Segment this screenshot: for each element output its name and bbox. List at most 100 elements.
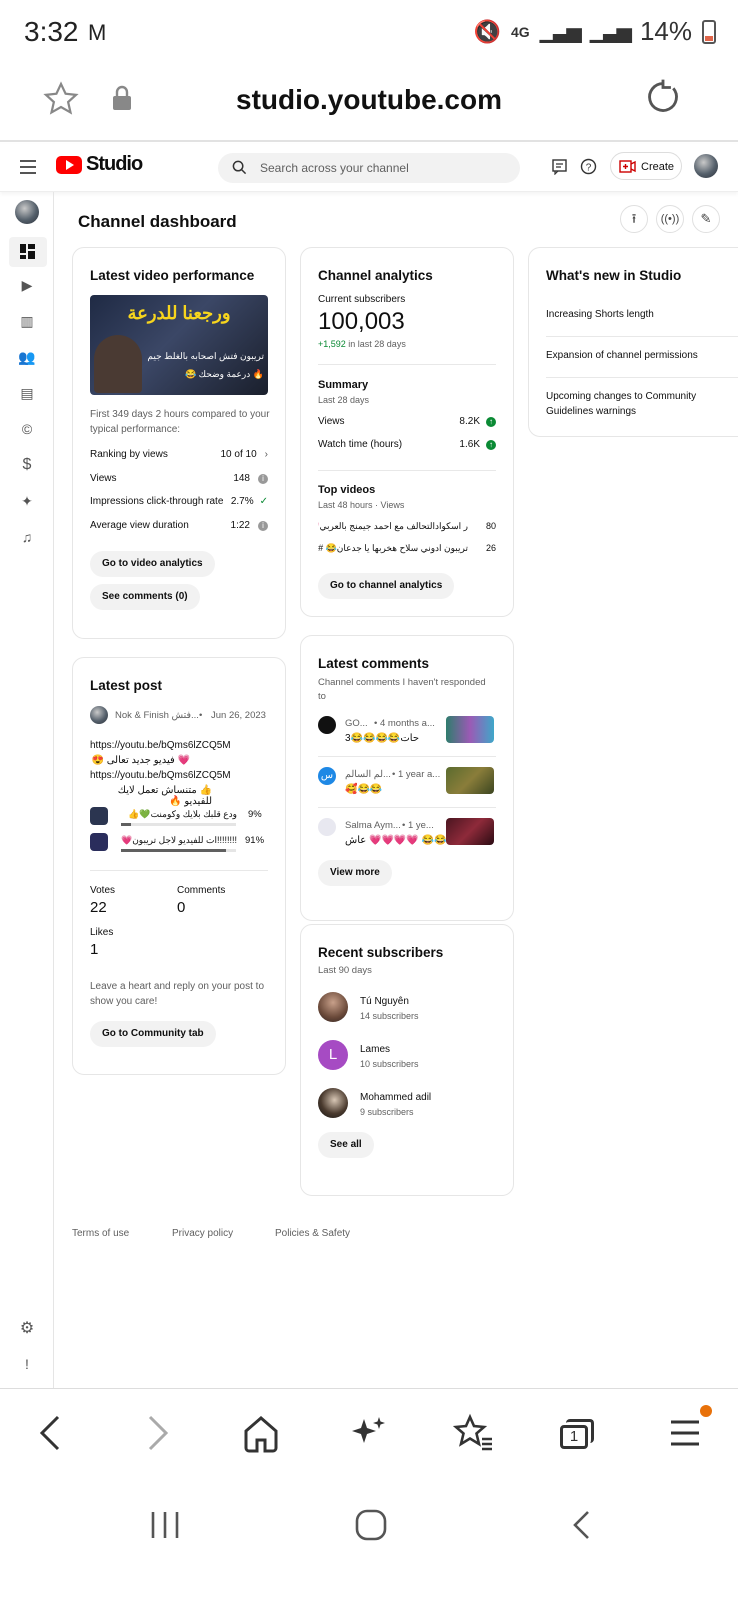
stat-value: 10 of 10: [220, 449, 257, 460]
content-icon[interactable]: ▶: [18, 276, 36, 294]
youtube-logo-icon[interactable]: [56, 156, 82, 174]
subscriber-avatar: [318, 1088, 348, 1118]
video-analytics-button[interactable]: Go to video analytics: [90, 551, 215, 577]
top-video-views: 26: [485, 543, 496, 553]
top-videos-period: Last 48 hours · Views: [318, 500, 405, 510]
news-item[interactable]: Upcoming changes to Community: [546, 391, 696, 402]
comment-item[interactable]: GO... • 4 months a... حات😂😂😂😂3: [318, 716, 498, 760]
subscriber-name: Tú Nguyên: [360, 996, 409, 1007]
home-button-icon[interactable]: [354, 1508, 388, 1542]
account-avatar[interactable]: [694, 154, 718, 178]
community-icon[interactable]: 👥: [18, 348, 36, 366]
card-title: Latest post: [90, 678, 163, 693]
top-videos-title: Top videos: [318, 484, 376, 496]
stat-row: Views 148 i: [90, 473, 268, 484]
stat-value: 1:22: [230, 520, 250, 531]
mute-icon: 🔇: [473, 18, 501, 44]
top-video-row[interactable]: تريبون ادوني سلاح هخربها يا جدعان😂 #p...…: [318, 543, 496, 554]
subscriber-item[interactable]: Mohammed adil 9 subscribers: [318, 1088, 498, 1120]
terms-link[interactable]: Terms of use: [72, 1228, 129, 1239]
earn-icon[interactable]: $: [18, 456, 36, 474]
back-icon[interactable]: [36, 1413, 64, 1453]
feedback-messages-icon[interactable]: [552, 159, 567, 175]
search-input[interactable]: Search across your channel: [218, 153, 520, 183]
subscriber-item[interactable]: Tú Nguyên 14 subscribers: [318, 992, 498, 1024]
help-icon[interactable]: ?: [580, 158, 597, 175]
subscribers-label: Current subscribers: [318, 294, 406, 305]
subtitles-icon[interactable]: ▤: [18, 384, 36, 402]
ai-sparkle-icon[interactable]: [348, 1413, 388, 1453]
commenter-avatar: [318, 716, 336, 734]
subscriber-count: 14 subscribers: [360, 1011, 419, 1021]
settings-icon[interactable]: ⚙: [18, 1320, 36, 1338]
send-feedback-icon[interactable]: !: [18, 1355, 36, 1373]
left-nav: ▶ ▥ 👥 ▤ © $ ✦ ♫ ⚙ !: [0, 192, 54, 1412]
summary-label: Watch time (hours): [318, 439, 403, 450]
copyright-icon[interactable]: ©: [18, 420, 36, 438]
menu-icon[interactable]: [668, 1417, 702, 1449]
create-post-icon[interactable]: ✎: [692, 205, 720, 233]
summary-row: Views 8.2K ↑: [318, 416, 496, 427]
poll-option-text: ودع قلبك بلايك وكومنت💚👍: [128, 809, 237, 819]
stat-row[interactable]: Ranking by views 10 of 10 ›: [90, 449, 268, 460]
search-placeholder: Search across your channel: [260, 161, 409, 175]
subscriber-item[interactable]: L Lames 10 subscribers: [318, 1040, 498, 1072]
upload-icon[interactable]: ⭱: [620, 205, 648, 233]
arrow-up-icon: ↑: [486, 417, 496, 427]
comments-subtitle: Channel comments I haven't responded: [318, 677, 486, 688]
reload-icon[interactable]: [644, 78, 682, 116]
recent-apps-icon[interactable]: [150, 1510, 180, 1540]
divider: [318, 807, 496, 808]
post-footer-text: Leave a heart and reply on your post to: [90, 981, 265, 992]
video-thumbnail[interactable]: ورجعنا للدرعة تريبون فتش اصحابه بالغلط ج…: [90, 295, 268, 395]
news-item[interactable]: Increasing Shorts length: [546, 309, 654, 320]
audio-library-icon[interactable]: ♫: [18, 528, 36, 546]
battery-percent: 14%: [639, 16, 692, 46]
bookmarks-icon[interactable]: [452, 1413, 494, 1453]
create-button[interactable]: Create: [610, 152, 682, 180]
channel-analytics-button[interactable]: Go to channel analytics: [318, 573, 455, 599]
top-video-title: تريبون ادوني سلاح هخربها يا جدعان😂 #p...: [318, 543, 468, 553]
subscribers-delta-period: in last 28 days: [345, 339, 406, 349]
privacy-link[interactable]: Privacy policy: [172, 1228, 233, 1239]
news-item-cont[interactable]: Guidelines warnings: [546, 406, 636, 417]
stat-label: Impressions click-through rate: [90, 496, 224, 507]
divider: [90, 870, 268, 871]
post-text-line: 💗 فيديو جديد تعالى 😍: [91, 755, 190, 766]
home-icon[interactable]: [242, 1413, 280, 1453]
system-back-icon[interactable]: [570, 1510, 592, 1540]
view-more-button[interactable]: View more: [318, 860, 392, 886]
stat-row: Average view duration 1:22 i: [90, 520, 268, 531]
menu-icon[interactable]: [20, 160, 36, 174]
see-comments-button[interactable]: See comments (0): [90, 584, 200, 610]
card-title: Latest video performance: [90, 268, 255, 283]
studio-brand[interactable]: Studio: [86, 153, 143, 176]
thumbnail-subtitle-2: 🔥 درعمة وضحك 😂: [184, 369, 264, 379]
summary-title: Summary: [318, 379, 369, 391]
votes-count: 22: [90, 899, 107, 916]
comment-time: • 1 year a...: [392, 769, 441, 780]
channel-avatar[interactable]: [15, 200, 39, 224]
news-item[interactable]: Expansion of channel permissions: [546, 350, 698, 361]
tabs-icon[interactable]: 1: [560, 1419, 594, 1449]
forward-icon[interactable]: [144, 1413, 172, 1453]
comment-item[interactable]: Salma Aym... • 1 ye... عاش 💗💗💗💗 😂😂: [318, 818, 498, 862]
analytics-icon[interactable]: ▥: [18, 312, 36, 330]
comment-item[interactable]: س لم السالم... • 1 year a... 🥰😂😂: [318, 767, 498, 811]
policies-link[interactable]: Policies & Safety: [275, 1228, 350, 1239]
community-tab-button[interactable]: Go to Community tab: [90, 1021, 216, 1047]
subscriber-count: 9 subscribers: [360, 1107, 414, 1117]
post-date: Jun 26, 2023: [211, 710, 266, 721]
stat-label: Average view duration: [90, 520, 189, 531]
go-live-icon[interactable]: ((•)): [656, 205, 684, 233]
comments-subtitle-2: to: [318, 691, 326, 702]
votes-label: Votes: [90, 885, 116, 896]
see-all-button[interactable]: See all: [318, 1132, 374, 1158]
url-text[interactable]: studio.youtube.com: [0, 84, 738, 116]
customization-icon[interactable]: ✦: [18, 492, 36, 510]
top-video-row[interactable]: ر اسكوادالتحالف مع احمد جيمنج بالعربي💗 80: [318, 521, 496, 532]
whats-new-card: What's new in Studio Increasing Shorts l…: [528, 247, 738, 437]
dashboard-icon[interactable]: [20, 244, 35, 259]
arrow-up-icon: ↑: [486, 440, 496, 450]
svg-text:?: ?: [586, 163, 592, 174]
